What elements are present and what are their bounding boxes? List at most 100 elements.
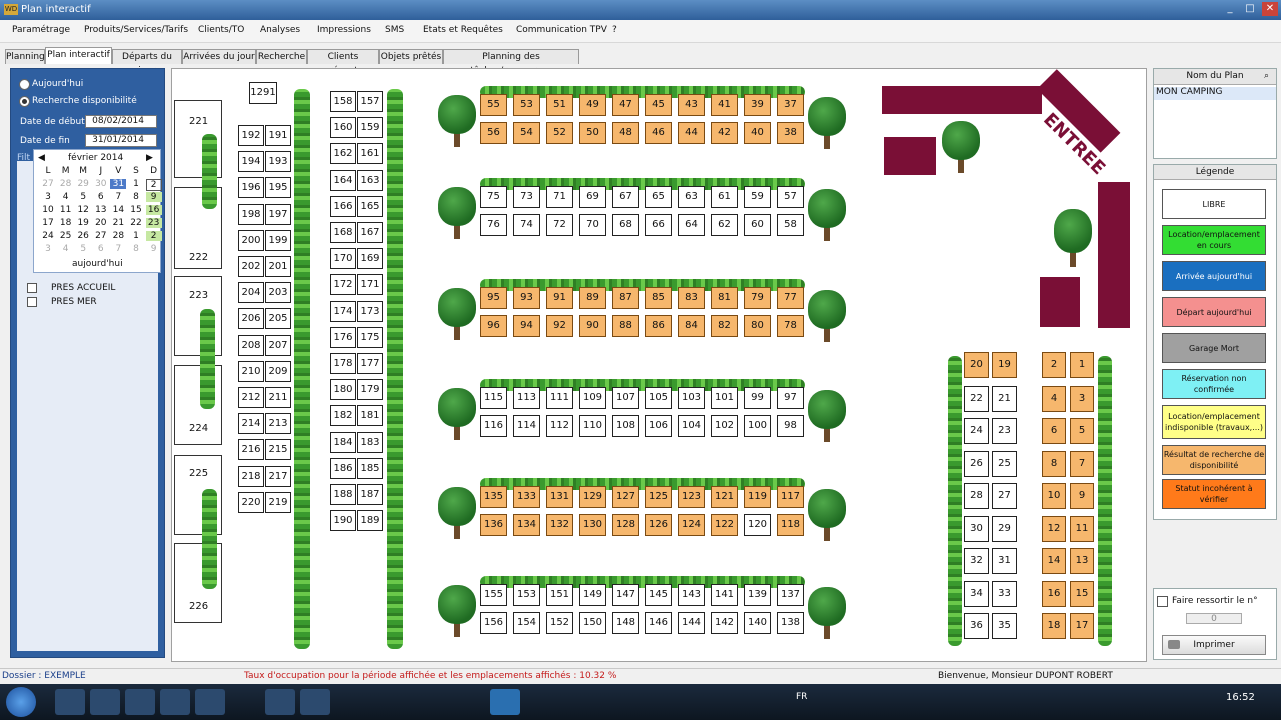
campsite-lot[interactable]: 72 <box>546 214 573 236</box>
campsite-lot[interactable]: 181 <box>357 405 383 427</box>
campsite-lot[interactable]: 125 <box>645 486 672 508</box>
calendar-day[interactable]: 30 <box>93 179 109 189</box>
campsite-lot[interactable]: 91 <box>546 287 573 309</box>
campsite-lot[interactable]: 32 <box>964 548 989 574</box>
plan-list-item[interactable]: MON CAMPING <box>1154 87 1276 100</box>
campsite-lot[interactable]: 219 <box>265 491 291 513</box>
calendar-day[interactable]: 13 <box>93 205 109 215</box>
campsite-lot[interactable]: 60 <box>744 214 771 236</box>
campsite-lot[interactable]: 136 <box>480 514 507 536</box>
taskbar-chrome-icon[interactable] <box>125 689 155 715</box>
campsite-lot[interactable]: 204 <box>238 282 264 304</box>
campsite-lot[interactable]: 41 <box>711 94 738 116</box>
calendar-day[interactable]: 8 <box>128 244 144 254</box>
campsite-lot[interactable]: 100 <box>744 415 771 437</box>
campsite-lot[interactable]: 169 <box>357 248 383 270</box>
end-date-field[interactable]: 31/01/2014 <box>85 134 157 147</box>
campsite-lot[interactable]: 108 <box>612 415 639 437</box>
campsite-lot[interactable]: 15 <box>1070 581 1094 607</box>
search-icon[interactable]: ⌕ <box>1264 71 1269 81</box>
calendar-day[interactable]: 28 <box>110 231 126 241</box>
campsite-lot[interactable]: 99 <box>744 387 771 409</box>
campsite-lot[interactable]: 210 <box>238 360 264 382</box>
campsite-lot[interactable]: 174 <box>330 300 356 322</box>
campsite-lot[interactable]: 86 <box>645 315 672 337</box>
campsite-lot[interactable]: 12 <box>1042 516 1066 542</box>
calendar-day[interactable]: 24 <box>40 231 56 241</box>
tab-planning[interactable]: Planning <box>5 49 45 64</box>
campsite-lot[interactable]: 20 <box>964 352 989 378</box>
campsite-lot[interactable]: 89 <box>579 287 606 309</box>
campsite-lot[interactable]: 182 <box>330 405 356 427</box>
campsite-lot[interactable]: 163 <box>357 169 383 191</box>
campsite-lot[interactable]: 205 <box>265 308 291 330</box>
campsite-lot[interactable]: 67 <box>612 186 639 208</box>
campsite-lot[interactable]: 35 <box>992 613 1017 639</box>
campsite-lot[interactable]: 111 <box>546 387 573 409</box>
campsite-lot[interactable]: 74 <box>513 214 540 236</box>
campsite-lot[interactable]: 31 <box>992 548 1017 574</box>
campsite-lot[interactable]: 33 <box>992 581 1017 607</box>
maximize-button[interactable]: □ <box>1242 2 1258 16</box>
campsite-lot[interactable]: 34 <box>964 581 989 607</box>
campsite-lot[interactable]: 106 <box>645 415 672 437</box>
campsite-lot[interactable]: 201 <box>265 256 291 277</box>
campsite-lot[interactable]: 48 <box>612 122 639 144</box>
campsite-lot[interactable]: 88 <box>612 315 639 337</box>
tab-departs[interactable]: Départs du jour <box>112 49 182 76</box>
campsite-lot[interactable]: 165 <box>357 195 383 217</box>
campsite-lot[interactable]: 1291 <box>249 82 277 104</box>
calendar-prev[interactable]: ◀ <box>38 153 45 163</box>
campsite-lot[interactable]: 119 <box>744 486 771 508</box>
campsite-lot[interactable]: 84 <box>678 315 705 337</box>
menu-parametrage[interactable]: Paramétrage <box>12 25 70 35</box>
campsite-lot[interactable]: 39 <box>744 94 771 116</box>
campsite-lot[interactable]: 132 <box>546 514 573 536</box>
menu-etats[interactable]: Etats et Requêtes <box>423 25 503 35</box>
campsite-lot[interactable]: 137 <box>777 584 804 606</box>
campsite-lot[interactable]: 107 <box>612 387 639 409</box>
calendar-day[interactable]: 29 <box>75 179 91 189</box>
campsite-lot[interactable]: 109 <box>579 387 606 409</box>
campsite-lot[interactable]: 71 <box>546 186 573 208</box>
campsite-lot[interactable]: 192 <box>238 125 264 146</box>
taskbar-window-icon[interactable] <box>90 689 120 715</box>
campsite-lot[interactable]: 207 <box>265 334 291 356</box>
campsite-lot[interactable]: 66 <box>645 214 672 236</box>
campsite-lot[interactable]: 90 <box>579 315 606 337</box>
campsite-lot[interactable]: 62 <box>711 214 738 236</box>
campsite-lot[interactable]: 218 <box>238 465 264 487</box>
tab-objets-pretes[interactable]: Objets prêtés <box>379 49 443 64</box>
calendar-day[interactable]: 21 <box>110 218 126 228</box>
campsite-lot[interactable]: 208 <box>238 334 264 356</box>
tab-recherche[interactable]: Recherche <box>256 49 307 64</box>
print-button[interactable]: Imprimer <box>1162 635 1266 655</box>
campsite-lot[interactable]: 134 <box>513 514 540 536</box>
menu-communication[interactable]: Communication TPV <box>516 25 607 35</box>
taskbar-language[interactable]: FR <box>796 692 807 702</box>
campsite-lot[interactable]: 216 <box>238 439 264 461</box>
campsite-lot[interactable]: 23 <box>992 418 1017 444</box>
campsite-lot[interactable]: 13 <box>1070 548 1094 574</box>
taskbar-app2-icon[interactable] <box>265 689 295 715</box>
calendar-day[interactable]: 22 <box>128 218 144 228</box>
campsite-lot[interactable]: 78 <box>777 315 804 337</box>
calendar-day[interactable]: 10 <box>40 205 56 215</box>
calendar-today-button[interactable]: aujourd'hui <box>72 259 123 269</box>
calendar-day[interactable]: 5 <box>75 192 91 202</box>
campsite-lot[interactable]: 45 <box>645 94 672 116</box>
menu-sms[interactable]: SMS <box>385 25 404 35</box>
campsite-lot[interactable]: 114 <box>513 415 540 437</box>
campsite-lot[interactable]: 87 <box>612 287 639 309</box>
taskbar-excel-icon[interactable] <box>195 689 225 715</box>
campsite-lot[interactable]: 155 <box>480 584 507 606</box>
campsite-lot[interactable]: 14 <box>1042 548 1066 574</box>
calendar-day[interactable]: 31 <box>110 179 127 189</box>
campsite-lot[interactable]: 173 <box>357 300 383 322</box>
campsite-lot[interactable]: 197 <box>265 203 291 225</box>
campsite-lot[interactable]: 157 <box>357 91 383 112</box>
campsite-lot[interactable]: 103 <box>678 387 705 409</box>
campsite-lot[interactable]: 220 <box>238 491 264 513</box>
campsite-lot[interactable]: 179 <box>357 379 383 401</box>
campsite-lot[interactable]: 194 <box>238 151 264 173</box>
